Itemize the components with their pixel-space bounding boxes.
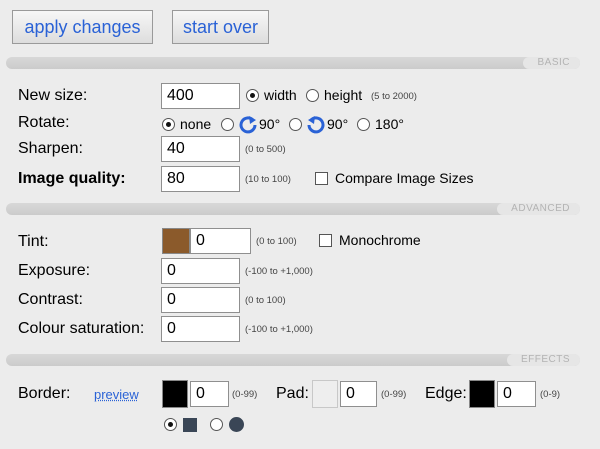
tint-color-swatch[interactable] [162,228,190,254]
rotate-180-label: 180° [375,116,404,132]
border-color-swatch[interactable] [162,380,188,408]
size-height-label: height [324,87,363,103]
tint-label: Tint: [18,233,49,250]
advanced-section-label: ADVANCED [497,203,580,215]
size-width-radio[interactable] [246,89,259,102]
rotate-cw90-radio[interactable] [221,118,234,131]
rotate-cw90-label: 90° [259,116,281,132]
apply-changes-button[interactable]: apply changes [12,10,153,44]
advanced-section-divider: ADVANCED [6,203,580,215]
edge-color-swatch[interactable] [469,380,495,408]
rotate-none-radio[interactable] [162,118,175,131]
circle-icon [229,417,244,432]
size-height-radio[interactable] [306,89,319,102]
image-quality-label: Image quality: [18,170,126,187]
edge-label: Edge: [425,385,467,402]
border-label: Border: [18,385,71,402]
colour-saturation-input[interactable] [161,316,240,342]
rotate-clockwise-icon [239,116,257,134]
rotate-label: Rotate: [18,114,70,131]
tint-input[interactable] [190,228,251,254]
border-hint: (0-99) [232,389,258,400]
shape-square-radio[interactable] [164,418,177,431]
contrast-input[interactable] [161,287,240,313]
start-over-button[interactable]: start over [172,10,269,44]
rotate-counterclockwise-icon [307,116,325,134]
rotate-180-radio[interactable] [357,118,370,131]
compare-sizes-checkbox[interactable] [315,172,328,185]
size-width-label: width [264,87,297,103]
image-quality-input[interactable] [161,166,240,192]
preview-link[interactable]: preview [94,387,139,402]
new-size-label: New size: [18,87,88,104]
pad-hint: (0-99) [381,389,407,400]
rotate-ccw90-radio[interactable] [289,118,302,131]
colour-saturation-label: Colour saturation: [18,320,145,337]
rotate-ccw90-label: 90° [327,116,349,132]
exposure-input[interactable] [161,258,240,284]
image-quality-hint: (10 to 100) [245,174,291,185]
edge-width-input[interactable] [497,381,536,407]
tint-hint: (0 to 100) [256,236,297,247]
pad-width-input[interactable] [340,381,377,407]
colour-saturation-hint: (-100 to +1,000) [245,324,313,335]
contrast-label: Contrast: [18,291,83,308]
new-size-input[interactable] [161,83,240,109]
effects-section-label: EFFECTS [506,354,580,366]
compare-sizes-label: Compare Image Sizes [335,170,474,186]
pad-label: Pad: [276,385,309,402]
sharpen-hint: (0 to 500) [245,144,286,155]
exposure-label: Exposure: [18,262,91,279]
shape-circle-radio[interactable] [210,418,223,431]
edge-hint: (0-9) [540,389,561,400]
basic-section-divider: BASIC [6,57,580,69]
effects-section-divider: EFFECTS [6,354,580,366]
pad-color-swatch[interactable] [312,380,338,408]
sharpen-label: Sharpen: [18,140,83,157]
monochrome-label: Monochrome [339,232,421,248]
rotate-none-label: none [180,116,212,132]
square-icon [183,418,197,432]
border-width-input[interactable] [190,381,229,407]
size-hint: (5 to 2000) [371,91,417,102]
monochrome-checkbox[interactable] [319,234,332,247]
sharpen-input[interactable] [161,136,240,162]
contrast-hint: (0 to 100) [245,295,286,306]
basic-section-label: BASIC [523,57,580,69]
exposure-hint: (-100 to +1,000) [245,266,313,277]
